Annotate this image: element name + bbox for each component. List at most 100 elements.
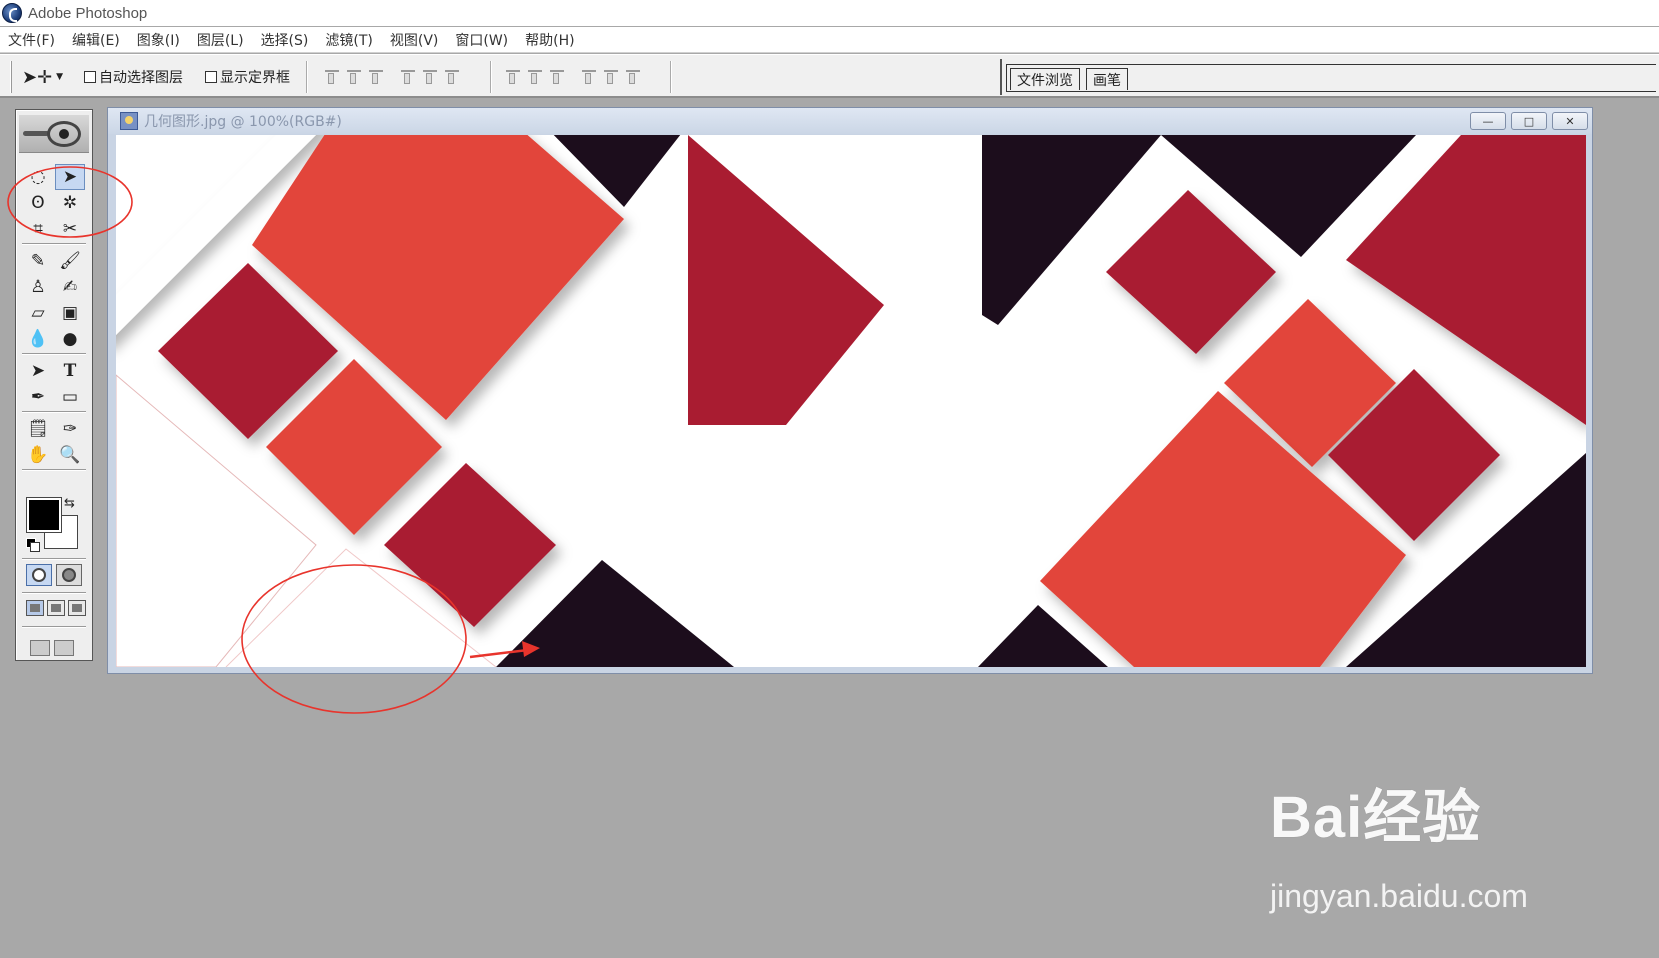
align-horizontal-center-icon[interactable] xyxy=(422,68,438,84)
gradient-tool[interactable]: ▣ xyxy=(55,300,85,326)
menu-select[interactable]: 选择(S) xyxy=(261,30,309,50)
distribute-top-icon[interactable] xyxy=(505,68,521,84)
align-vertical-center-icon[interactable] xyxy=(346,68,362,84)
distribute-right-icon[interactable] xyxy=(625,68,641,84)
tab-file-browser[interactable]: 文件浏览 xyxy=(1010,68,1080,90)
divider xyxy=(670,61,672,93)
default-colors-icon[interactable] xyxy=(26,538,40,552)
slice-tool[interactable]: ✂ xyxy=(55,216,85,242)
checkbox-box[interactable] xyxy=(205,71,217,83)
crop-tool[interactable]: ⌗ xyxy=(23,216,53,242)
document-image-icon xyxy=(120,112,138,130)
bandage-icon: ✎ xyxy=(30,251,46,271)
maximize-icon: □ xyxy=(1523,114,1535,128)
history-brush-tool[interactable]: ✍ xyxy=(55,274,85,300)
distribute-vertical-center-icon[interactable] xyxy=(527,68,543,84)
pen-icon: ✒ xyxy=(30,387,46,407)
menu-layer[interactable]: 图层(L) xyxy=(197,30,244,50)
jump-to-imageready-button[interactable] xyxy=(30,637,76,659)
quick-mask-icon xyxy=(62,568,76,582)
eraser-tool[interactable]: ▱ xyxy=(23,300,53,326)
quick-mask-mode-button[interactable] xyxy=(56,564,82,586)
distribute-buttons-group xyxy=(505,68,641,84)
align-top-icon[interactable] xyxy=(324,68,340,84)
type-icon: T xyxy=(63,361,77,381)
tool-divider xyxy=(22,353,86,355)
hand-tool[interactable]: ✋ xyxy=(23,442,53,468)
brush-tool[interactable]: 🖌 xyxy=(55,248,85,274)
rectangle-tool[interactable]: ▭ xyxy=(55,384,85,410)
blur-tool[interactable]: 💧 xyxy=(23,326,53,352)
photoshop-eye-logo xyxy=(47,120,81,147)
tool-divider xyxy=(22,592,86,594)
rectangle-icon: ▭ xyxy=(61,387,79,407)
menu-window[interactable]: 窗口(W) xyxy=(455,30,508,50)
menu-image[interactable]: 图象(I) xyxy=(137,30,180,50)
path-selection-tool[interactable]: ➤ xyxy=(23,358,53,384)
tool-preset-picker[interactable]: ➤✛ ▼ xyxy=(22,63,68,91)
chevron-down-icon: ▼ xyxy=(56,72,64,82)
move-icon: ➤ xyxy=(62,167,78,187)
distribute-left-icon[interactable] xyxy=(581,68,597,84)
magic-wand-icon: ✲ xyxy=(62,193,78,213)
arrow-pointer-icon: ➤ xyxy=(30,361,46,381)
full-screen-menu-mode-button[interactable] xyxy=(47,600,65,616)
tab-brushes[interactable]: 画笔 xyxy=(1086,68,1128,90)
align-left-icon[interactable] xyxy=(400,68,416,84)
menu-file[interactable]: 文件(F) xyxy=(8,30,55,50)
healing-brush-tool[interactable]: ✎ xyxy=(23,248,53,274)
minimize-button[interactable]: — xyxy=(1470,112,1506,130)
maximize-button[interactable]: □ xyxy=(1511,112,1547,130)
distribute-bottom-icon[interactable] xyxy=(549,68,565,84)
tool-divider xyxy=(22,626,86,628)
close-button[interactable]: ✕ xyxy=(1552,112,1588,130)
image-canvas[interactable] xyxy=(116,135,1586,667)
eraser-icon: ▱ xyxy=(31,303,45,323)
close-icon: ✕ xyxy=(1565,114,1575,128)
magic-wand-tool[interactable]: ✲ xyxy=(55,190,85,216)
marquee-icon: ◌ xyxy=(30,167,46,187)
tool-divider xyxy=(22,411,86,413)
brush-icon: 🖌 xyxy=(59,251,81,271)
zoom-tool[interactable]: 🔍 xyxy=(55,442,85,468)
geometric-image xyxy=(116,135,1586,667)
app-title-bar: Adobe Photoshop xyxy=(0,0,1659,26)
auto-select-layer-checkbox[interactable]: 自动选择图层 xyxy=(84,67,183,87)
type-tool[interactable]: T xyxy=(55,358,85,384)
gradient-icon: ▣ xyxy=(61,303,79,323)
palette-well: 文件浏览 画笔 xyxy=(1000,59,1659,95)
options-grip[interactable] xyxy=(10,61,12,93)
menu-edit[interactable]: 编辑(E) xyxy=(72,30,120,50)
menu-filter[interactable]: 滤镜(T) xyxy=(325,30,372,50)
distribute-horizontal-center-icon[interactable] xyxy=(603,68,619,84)
toolbox-header[interactable] xyxy=(19,115,89,153)
menu-help[interactable]: 帮助(H) xyxy=(525,30,574,50)
show-bounding-box-label: 显示定界框 xyxy=(220,70,290,86)
clone-stamp-tool[interactable]: ♙ xyxy=(23,274,53,300)
align-right-icon[interactable] xyxy=(444,68,460,84)
show-bounding-box-checkbox[interactable]: 显示定界框 xyxy=(205,67,290,87)
imageready-icon xyxy=(54,640,74,656)
tool-divider xyxy=(22,469,86,471)
align-bottom-icon[interactable] xyxy=(368,68,384,84)
lasso-tool[interactable]: ʘ xyxy=(23,190,53,216)
foreground-color-swatch[interactable] xyxy=(26,497,62,533)
full-screen-mode-button[interactable] xyxy=(68,600,86,616)
dodge-tool[interactable]: ● xyxy=(55,326,85,352)
tool-divider xyxy=(22,558,86,560)
feather-icon xyxy=(23,131,49,136)
stamp-icon: ♙ xyxy=(30,277,46,297)
standard-mode-button[interactable] xyxy=(26,564,52,586)
photoshop-app-icon xyxy=(2,3,22,23)
document-title-bar[interactable]: 几何图形.jpg @ 100%(RGB#) xyxy=(108,108,1592,134)
checkbox-box[interactable] xyxy=(84,71,96,83)
marquee-tool[interactable]: ◌ xyxy=(23,164,53,190)
move-tool[interactable]: ➤ xyxy=(55,164,85,190)
standard-screen-mode-button[interactable] xyxy=(26,600,44,616)
eyedropper-tool[interactable]: ✑ xyxy=(55,416,85,442)
notes-tool[interactable]: 🗒 xyxy=(23,416,53,442)
pen-tool[interactable]: ✒ xyxy=(23,384,53,410)
swap-colors-icon[interactable]: ⇆ xyxy=(64,496,75,511)
menu-view[interactable]: 视图(V) xyxy=(390,30,439,50)
minimize-icon: — xyxy=(1482,114,1494,128)
